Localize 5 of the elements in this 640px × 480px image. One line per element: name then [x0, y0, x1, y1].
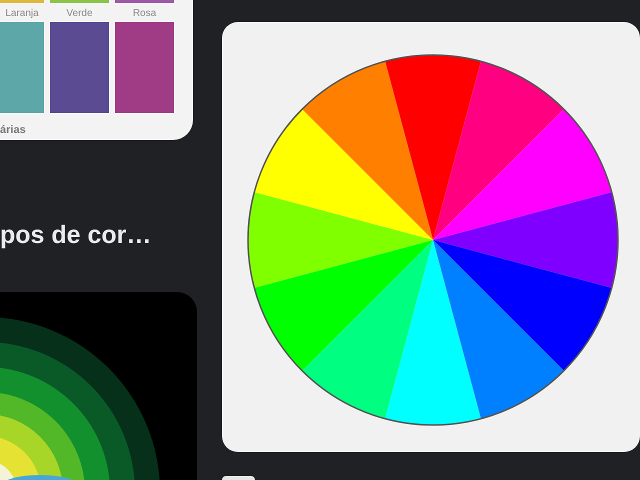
swatch-label: Rosa: [132, 7, 156, 21]
caption-text: árias: [0, 123, 26, 137]
swatch-label: Verde: [66, 7, 93, 21]
swatch-label: Laranja: [5, 7, 39, 21]
result-title[interactable]: pos de cor…: [0, 220, 152, 250]
